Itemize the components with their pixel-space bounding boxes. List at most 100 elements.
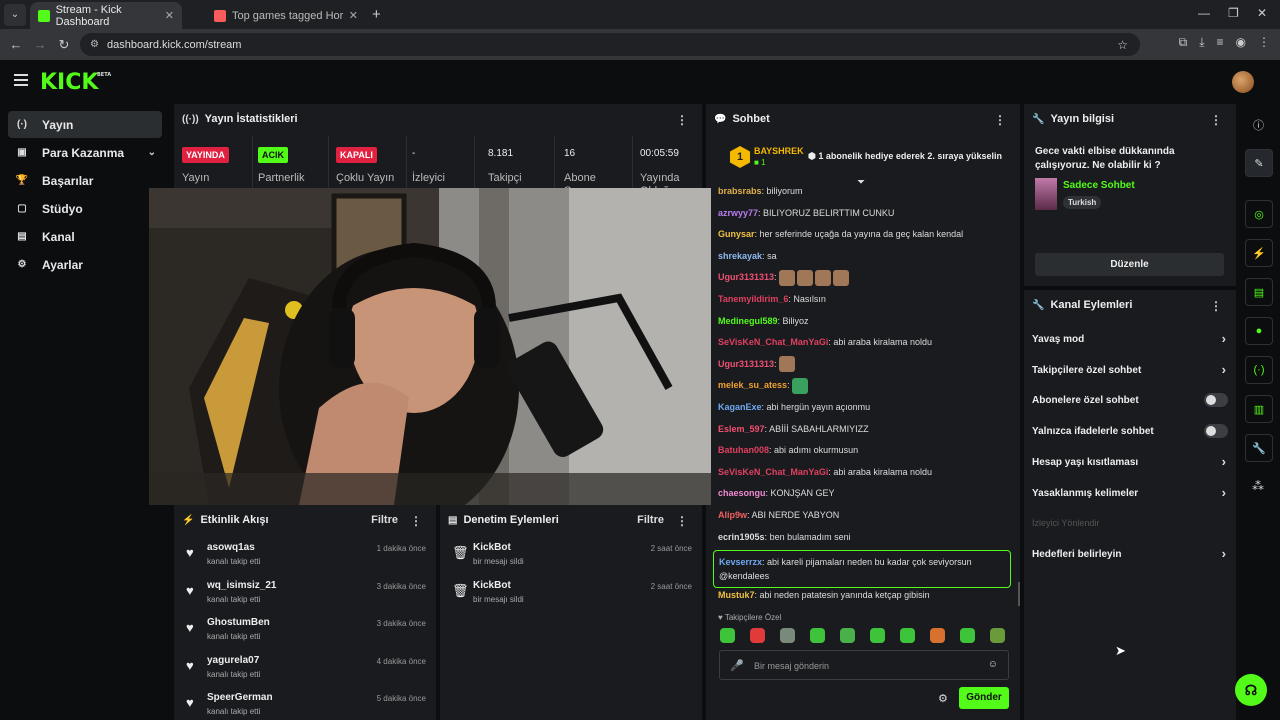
download-icon[interactable]: ⤓ [1199,35,1204,50]
sidebar-item-para-kazanma[interactable]: ▣ Para Kazanma ⌄ [8,139,162,166]
chat-scrollbar[interactable] [1018,582,1020,606]
chat-message[interactable]: Ugur3131313: [718,355,797,373]
chevron-right-icon[interactable]: › [1222,485,1226,500]
filter-button[interactable]: Filtre [371,514,398,526]
tab-close-icon[interactable]: ✕ [165,9,174,22]
activity-item[interactable]: ♥ wq_isimsiz_21 kanalı takip etti 3 dakika … [174,575,436,612]
menu-icon[interactable]: ⋮ [1258,35,1270,50]
tag-badge[interactable]: Turkish [1063,196,1102,209]
chat-username[interactable]: Batuhan008 [718,445,769,455]
toggle-switch[interactable] [1204,393,1228,408]
chevron-right-icon[interactable]: › [1222,362,1226,377]
chat-username[interactable]: Eslem_597 [718,424,765,434]
moderation-username[interactable]: KickBot [473,542,511,553]
kick-logo[interactable]: KICK BETA [40,70,111,95]
chat-message[interactable]: chaesongu: KONJŞAN GEY [718,484,835,502]
chat-username[interactable]: KaganExe [718,402,762,412]
stream-preview[interactable] [149,188,711,505]
sidebar-item-yayin[interactable]: (·) Yayın [8,111,162,138]
emote-icon[interactable] [960,628,975,643]
kebab-menu-icon[interactable]: ⋮ [1210,299,1222,313]
microphone-icon[interactable]: 🎤 [730,659,744,672]
media-icon[interactable]: ≡ [1217,35,1224,50]
chat-username[interactable]: SeVisKeN_Chat_ManYaGi [718,337,828,347]
kebab-menu-icon[interactable]: ⋮ [1210,113,1222,127]
kebab-menu-icon[interactable]: ⋮ [676,514,688,528]
activity-username[interactable]: GhostumBen [207,617,270,628]
chat-username[interactable]: chaesongu [718,488,766,498]
wrench-icon[interactable]: 🔧 [1245,434,1273,462]
chat-message[interactable]: ecrin1905s: ben bulamadım seni [718,528,851,546]
chat-username[interactable]: Kevserrzx [719,557,762,567]
filter-button[interactable]: Filtre [637,514,664,526]
channel-action-item[interactable]: Takipçilere özel sohbet › [1024,356,1230,386]
chat-message[interactable]: Kevserrzx: abi kareli pijamaları neden b… [713,550,1011,589]
kebab-menu-icon[interactable]: ⋮ [676,113,688,127]
emote-icon[interactable] [900,628,915,643]
edit-pencil-icon[interactable]: ✎ [1245,149,1273,177]
minimize-icon[interactable]: — [1198,6,1210,20]
chevron-right-icon[interactable]: › [1222,546,1226,561]
chat-message[interactable]: Ugur3131313: [718,268,851,287]
sidebar-item-kanal[interactable]: ▤ Kanal ⌄ [8,223,162,250]
sidebar-item-ayarlar[interactable]: ⚙ Ayarlar ⌄ [8,251,162,278]
chevron-right-icon[interactable]: › [1222,331,1226,346]
chat-message[interactable]: KaganExe: abi hergün yayın açıonmu [718,398,870,416]
emote-icon[interactable] [720,628,735,643]
activity-username[interactable]: asowq1as [207,542,255,553]
emoji-picker-icon[interactable]: ☺ [988,659,998,670]
forward-icon[interactable]: → [28,37,52,52]
activity-username[interactable]: wq_isimsiz_21 [207,580,276,591]
chat-bubble-icon[interactable]: ● [1245,317,1273,345]
chat-username[interactable]: Tanemyildirim_6 [718,294,788,304]
activity-item[interactable]: ♥ SpeerGerman kanalı takip etti 5 dakika ön… [174,687,436,720]
profile-icon[interactable]: ◉ [1236,35,1246,50]
back-icon[interactable]: ← [4,37,28,52]
emote-icon[interactable] [870,628,885,643]
lightning-icon[interactable]: ⚡ [1245,239,1273,267]
kebab-menu-icon[interactable]: ⋮ [410,514,422,528]
toggle-switch[interactable] [1204,424,1228,439]
activity-username[interactable]: yagurela07 [207,655,259,666]
chat-username[interactable]: ecrin1905s [718,532,765,542]
chat-message[interactable]: Medinegul589: Biliyoz [718,312,809,330]
puzzle-icon[interactable]: ⁂ [1252,479,1264,493]
tab-close-icon[interactable]: ✕ [349,9,358,22]
hamburger-menu-icon[interactable] [14,74,28,86]
chat-username[interactable]: Alip9w [718,510,747,520]
chat-message[interactable]: Batuhan008: abi adımı okurmusun [718,441,858,459]
emote-icon[interactable] [990,628,1005,643]
edit-button[interactable]: Düzenle [1035,253,1224,276]
chat-message[interactable]: shrekayak: sa [718,247,777,265]
chat-message[interactable]: Alip9w: ABI NERDE YABYON [718,506,839,524]
support-headset-icon[interactable]: ☊ [1235,674,1267,706]
chat-username[interactable]: SeVisKeN_Chat_ManYaGi [718,467,828,477]
broadcast-icon[interactable]: (·) [1245,356,1273,384]
chat-username[interactable]: Ugur3131313 [718,272,774,282]
chat-username[interactable]: Medinegul589 [718,316,778,326]
kebab-menu-icon[interactable]: ⋮ [994,113,1006,127]
emote-icon[interactable] [810,628,825,643]
category-link[interactable]: Sadece Sohbet [1063,180,1135,191]
category-thumbnail[interactable] [1035,178,1057,210]
chat-message[interactable]: Eslem_597: ABİİİ SABAHLARMIYIZZ [718,420,869,438]
chat-message[interactable]: melek_su_atess: [718,376,810,395]
maximize-icon[interactable]: ❐ [1228,6,1239,20]
channel-action-item[interactable]: Yalnızca ifadelerle sohbet [1024,417,1230,447]
chat-username[interactable]: Gunysar [718,229,755,239]
server-icon[interactable]: ▥ [1245,395,1273,423]
chat-username[interactable]: azrwyy77 [718,208,758,218]
site-info-icon[interactable]: ⚙ [90,39,99,50]
chevron-right-icon[interactable]: › [1222,454,1226,469]
chat-message[interactable]: Tanemyildirim_6: Nasılsın [718,290,826,308]
chat-message[interactable]: Mustuk7: abi neden patatesin yanında ket… [718,586,930,604]
chat-username[interactable]: Mustuk7 [718,590,755,600]
channel-action-item[interactable]: Hedefleri belirleyin › [1024,540,1230,570]
chat-message[interactable]: brabsrabs: biliyorum [718,186,803,200]
chat-username[interactable]: brabsrabs [718,186,762,196]
bookmark-star-icon[interactable]: ☆ [1117,38,1128,52]
channel-action-item[interactable]: Abonelere özel sohbet [1024,386,1230,416]
activity-username[interactable]: SpeerGerman [207,692,273,703]
chat-username[interactable]: shrekayak [718,251,762,261]
document-icon[interactable]: ▤ [1245,278,1273,306]
